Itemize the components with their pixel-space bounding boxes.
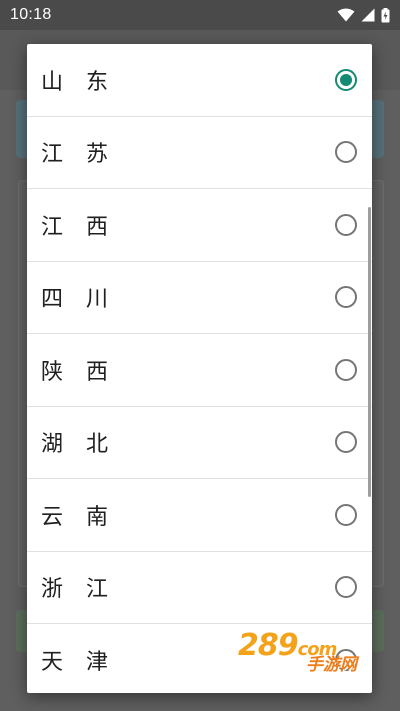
radio-unchecked-icon[interactable] (335, 503, 357, 526)
watermark-logo: 289com 手游网 (236, 628, 376, 678)
option-label: 江 西 (41, 214, 116, 240)
status-icons (337, 7, 390, 23)
signal-icon (361, 8, 375, 22)
option-label: 陕 西 (41, 359, 116, 385)
option-label: 天 津 (41, 650, 116, 676)
province-option-jiangxi[interactable]: 江 西 (27, 189, 372, 262)
radio-unchecked-icon[interactable] (335, 141, 357, 164)
province-option-shandong[interactable]: 山 东 (27, 44, 372, 117)
radio-unchecked-icon[interactable] (335, 286, 357, 309)
radio-checked-icon[interactable] (335, 68, 357, 91)
province-choice-dialog: 山 东 江 苏 江 西 四 川 陕 西 湖 北 云 南 浙 江 天 津 (27, 44, 372, 693)
status-time: 10:18 (10, 6, 52, 23)
province-option-list: 山 东 江 苏 江 西 四 川 陕 西 湖 北 云 南 浙 江 天 津 (27, 44, 372, 693)
province-option-jiangsu[interactable]: 江 苏 (27, 117, 372, 189)
battery-charging-icon (381, 7, 390, 23)
radio-unchecked-icon[interactable] (335, 431, 357, 454)
radio-unchecked-icon[interactable] (335, 576, 357, 599)
province-option-hubei[interactable]: 湖 北 (27, 407, 372, 479)
status-bar: 10:18 (0, 0, 400, 30)
option-label: 江 苏 (41, 142, 116, 168)
watermark-text: 手游网 (306, 655, 357, 675)
option-label: 浙 江 (41, 577, 116, 603)
province-option-shaanxi[interactable]: 陕 西 (27, 334, 372, 407)
dialog-scrollbar[interactable] (368, 207, 371, 497)
radio-unchecked-icon[interactable] (335, 213, 357, 236)
option-label: 山 东 (41, 69, 116, 95)
option-label: 四 川 (41, 287, 116, 313)
option-label: 湖 北 (41, 432, 116, 458)
province-option-sichuan[interactable]: 四 川 (27, 262, 372, 334)
wifi-icon (337, 8, 355, 22)
province-option-zhejiang[interactable]: 浙 江 (27, 552, 372, 624)
option-label: 云 南 (41, 504, 116, 530)
province-option-yunnan[interactable]: 云 南 (27, 479, 372, 552)
radio-unchecked-icon[interactable] (335, 358, 357, 381)
